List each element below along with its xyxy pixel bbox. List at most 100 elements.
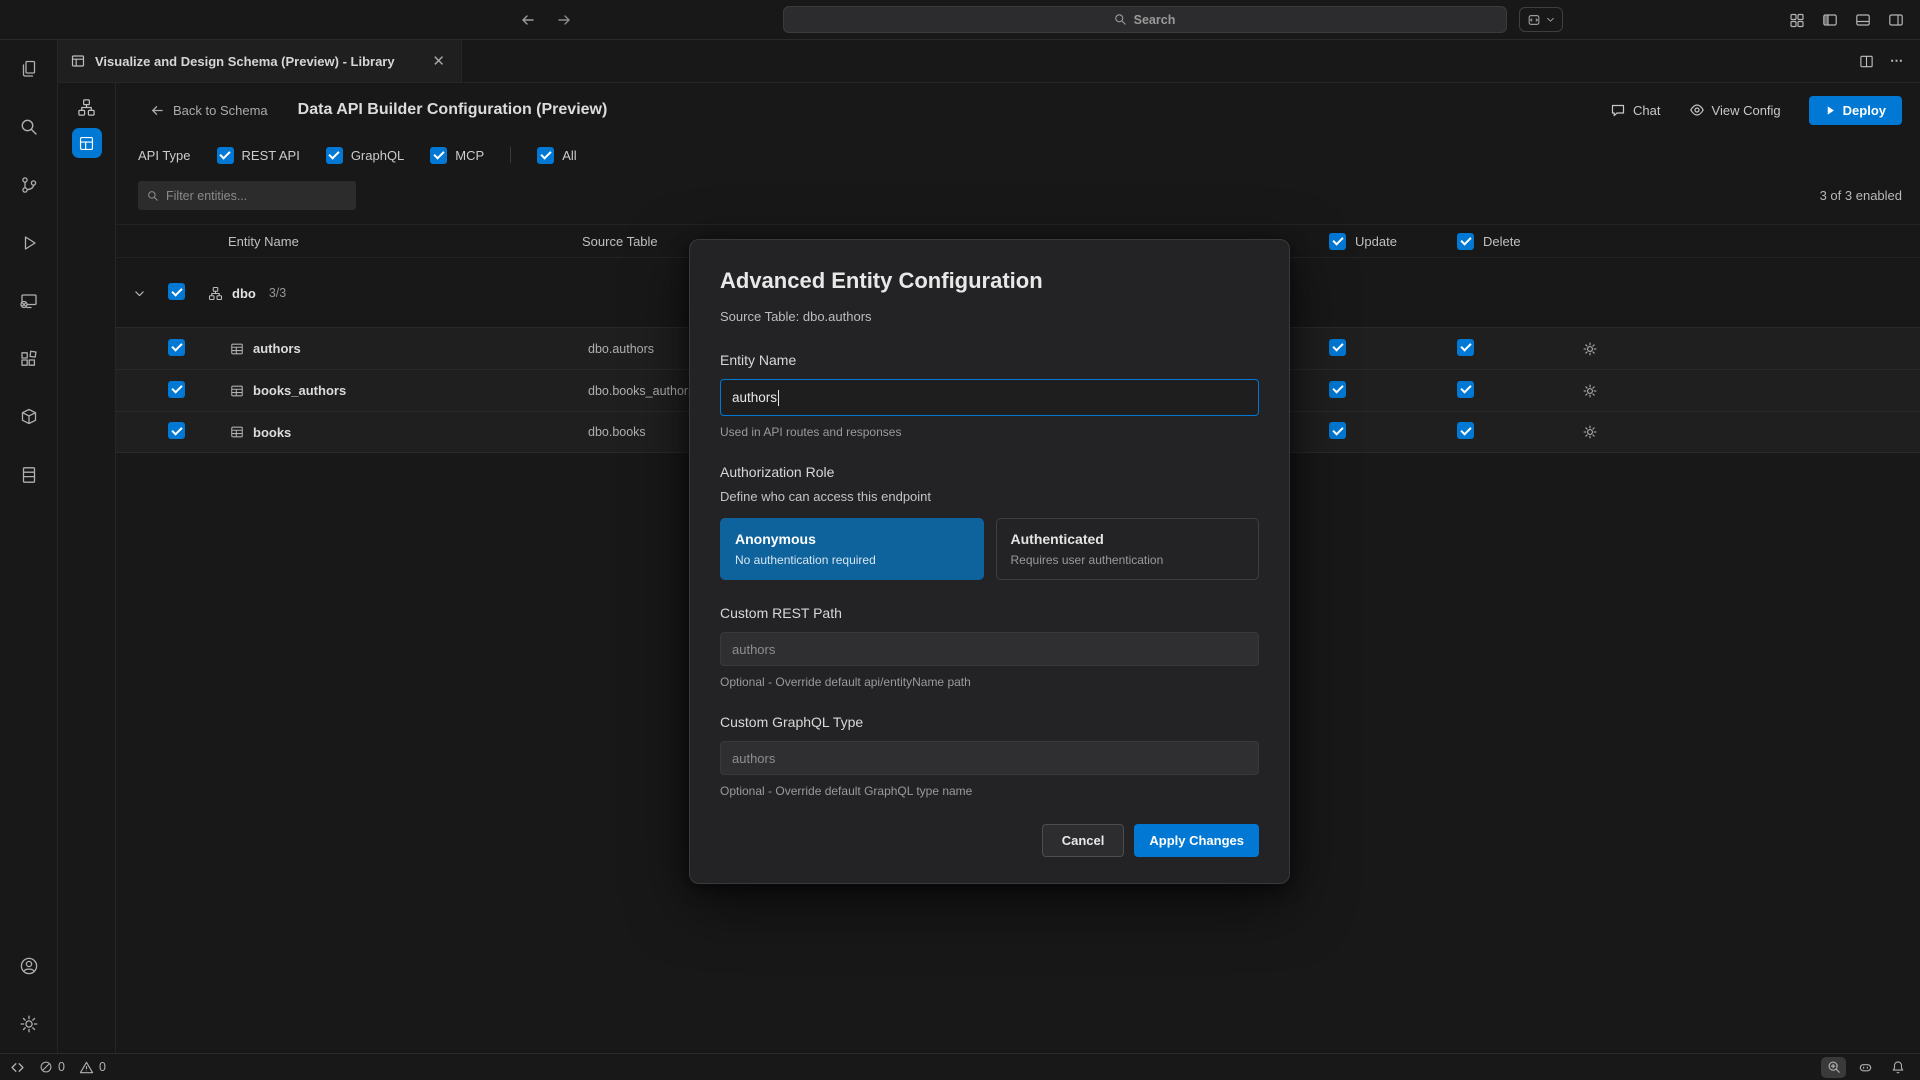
apply-changes-button[interactable]: Apply Changes xyxy=(1134,824,1259,857)
arrow-left-icon xyxy=(150,103,165,118)
entity-name-input[interactable]: authors xyxy=(720,379,1259,416)
eye-icon xyxy=(1689,102,1705,118)
row-update-checkbox[interactable] xyxy=(1329,422,1346,439)
errors-icon xyxy=(39,1060,53,1074)
remote-explorer-icon[interactable] xyxy=(0,272,57,330)
advanced-entity-configuration-dialog: Advanced Entity Configuration Source Tab… xyxy=(689,239,1290,884)
view-config-label: View Config xyxy=(1712,103,1781,118)
row-checkbox[interactable] xyxy=(168,422,185,439)
toggle-secondary-sidebar-icon[interactable] xyxy=(1888,12,1904,28)
tab-close-icon[interactable]: ✕ xyxy=(428,52,449,71)
chat-icon xyxy=(1610,102,1626,118)
page-title: Data API Builder Configuration (Preview) xyxy=(298,101,608,119)
toggle-panel-icon[interactable] xyxy=(1855,12,1871,28)
row-settings-gear-icon[interactable] xyxy=(1582,341,1920,357)
search-placeholder: Search xyxy=(1134,13,1176,27)
chat-label: Chat xyxy=(1633,103,1660,118)
nav-back-icon[interactable] xyxy=(520,12,536,28)
status-bar: 0 0 xyxy=(0,1053,1920,1080)
role-authenticated-title: Authenticated xyxy=(1011,531,1245,547)
copilot-icon[interactable] xyxy=(1853,1057,1878,1078)
col-delete: Delete xyxy=(1452,233,1582,250)
editor-more-actions-icon[interactable]: ⋯ xyxy=(1890,53,1904,69)
filter-rest-api[interactable]: REST API xyxy=(217,147,300,164)
row-settings-gear-icon[interactable] xyxy=(1582,424,1920,440)
titlebar-secondary-control[interactable] xyxy=(1519,7,1563,32)
toggle-primary-sidebar-icon[interactable] xyxy=(1822,12,1838,28)
play-icon xyxy=(1825,105,1836,116)
enabled-summary: 3 of 3 enabled xyxy=(1820,188,1902,203)
update-all-checkbox[interactable] xyxy=(1329,233,1346,250)
cancel-button[interactable]: Cancel xyxy=(1042,824,1125,857)
schema-icon xyxy=(208,286,223,301)
table-icon xyxy=(230,425,244,439)
command-center-search[interactable]: Search xyxy=(783,6,1507,33)
account-icon[interactable] xyxy=(0,937,57,995)
delete-all-checkbox[interactable] xyxy=(1457,233,1474,250)
back-to-schema-link[interactable]: Back to Schema xyxy=(150,103,268,118)
authorization-role-help: Define who can access this endpoint xyxy=(720,489,1259,504)
custom-rest-path-label: Custom REST Path xyxy=(720,605,1259,621)
col-entity-name: Entity Name xyxy=(196,234,576,249)
tab-bar: Visualize and Design Schema (Preview) - … xyxy=(58,40,1920,83)
extensions-icon[interactable] xyxy=(0,330,57,388)
entity-name: books_authors xyxy=(253,383,346,398)
chat-button[interactable]: Chat xyxy=(1610,102,1660,118)
custom-graphql-type-input[interactable] xyxy=(720,741,1259,775)
role-authenticated-option[interactable]: Authenticated Requires user authenticati… xyxy=(996,518,1260,580)
view-switcher-bar xyxy=(58,83,116,1053)
row-delete-checkbox[interactable] xyxy=(1457,339,1474,356)
remote-indicator-icon[interactable] xyxy=(10,1060,25,1075)
graphql-label: GraphQL xyxy=(351,148,404,163)
row-checkbox[interactable] xyxy=(168,339,185,356)
customize-layout-icon[interactable] xyxy=(1789,12,1805,28)
group-checkbox[interactable] xyxy=(168,283,185,300)
mcp-checkbox[interactable] xyxy=(430,147,447,164)
schema-designer-view-icon[interactable] xyxy=(58,89,115,125)
problems-indicator[interactable]: 0 0 xyxy=(39,1060,106,1075)
filter-graphql[interactable]: GraphQL xyxy=(326,147,404,164)
graphql-checkbox[interactable] xyxy=(326,147,343,164)
zoom-icon[interactable] xyxy=(1821,1057,1846,1078)
custom-graphql-type-label: Custom GraphQL Type xyxy=(720,714,1259,730)
deploy-button[interactable]: Deploy xyxy=(1809,96,1902,125)
chevron-down-icon[interactable] xyxy=(116,287,162,300)
filter-all[interactable]: All xyxy=(537,147,576,164)
filter-mcp[interactable]: MCP xyxy=(430,147,484,164)
source-control-icon[interactable] xyxy=(0,156,57,214)
run-debug-icon[interactable] xyxy=(0,214,57,272)
row-delete-checkbox[interactable] xyxy=(1457,381,1474,398)
database-projects-icon[interactable] xyxy=(0,388,57,446)
filter-divider xyxy=(510,147,511,163)
bell-icon[interactable] xyxy=(1885,1057,1910,1078)
titlebar: Search xyxy=(0,0,1920,40)
activity-bar xyxy=(0,40,58,1053)
view-config-button[interactable]: View Config xyxy=(1689,102,1781,118)
custom-rest-path-input[interactable] xyxy=(720,632,1259,666)
all-checkbox[interactable] xyxy=(537,147,554,164)
row-settings-gear-icon[interactable] xyxy=(1582,383,1920,399)
table-storage-icon[interactable] xyxy=(0,446,57,504)
explorer-icon[interactable] xyxy=(0,40,57,98)
nav-forward-icon[interactable] xyxy=(556,12,572,28)
split-editor-icon[interactable] xyxy=(1859,54,1874,69)
role-anonymous-option[interactable]: Anonymous No authentication required xyxy=(720,518,984,580)
row-checkbox[interactable] xyxy=(168,381,185,398)
authorization-role-label: Authorization Role xyxy=(720,464,1259,480)
all-label: All xyxy=(562,148,576,163)
row-update-checkbox[interactable] xyxy=(1329,381,1346,398)
rest-api-checkbox[interactable] xyxy=(217,147,234,164)
search-sidebar-icon[interactable] xyxy=(0,98,57,156)
row-update-checkbox[interactable] xyxy=(1329,339,1346,356)
row-delete-checkbox[interactable] xyxy=(1457,422,1474,439)
api-builder-view-icon[interactable] xyxy=(72,128,102,158)
warnings-icon xyxy=(79,1060,94,1075)
entity-name-value: authors xyxy=(732,390,777,405)
tab-visualize-design-schema[interactable]: Visualize and Design Schema (Preview) - … xyxy=(58,40,462,82)
custom-graphql-type-help: Optional - Override default GraphQL type… xyxy=(720,784,1259,798)
settings-gear-icon[interactable] xyxy=(0,995,57,1053)
filter-entities-field[interactable] xyxy=(138,181,356,210)
group-name: dbo xyxy=(232,286,256,301)
update-label: Update xyxy=(1355,234,1397,249)
filter-entities-input[interactable] xyxy=(166,189,347,203)
